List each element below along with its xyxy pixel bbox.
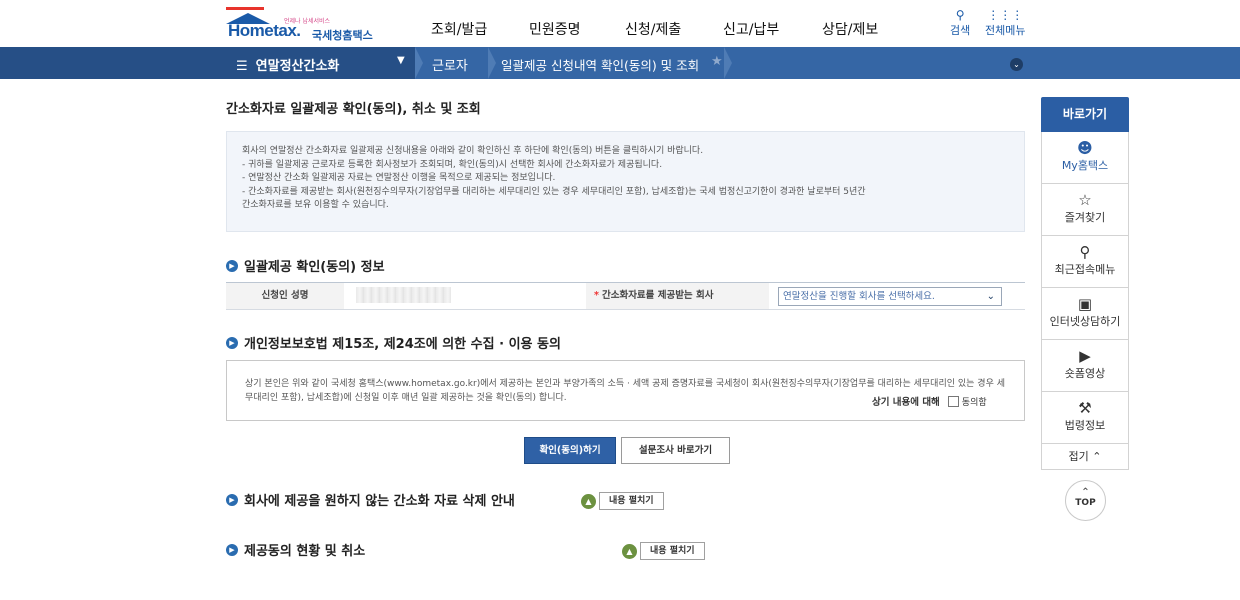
all-menu-button[interactable]: ⋮⋮⋮ 전체메뉴 xyxy=(985,8,1025,38)
breadcrumb-separator xyxy=(724,47,732,79)
agree-row: 상기 내용에 대해 동의함 xyxy=(872,394,987,408)
company-label: * 간소화자료를 제공받는 회사 xyxy=(586,283,769,309)
info-line: - 연말정산 간소화 일괄제공 자료는 연말정산 이행을 목적으로 제공되는 정… xyxy=(242,173,556,183)
location-main-menu[interactable]: ☰ 연말정산간소화 xyxy=(236,55,339,74)
star-icon: ☆ xyxy=(1078,191,1092,209)
quick-item-favorites[interactable]: ☆ 즐겨찾기 xyxy=(1041,184,1129,236)
bullet-arrow-icon: ▶ xyxy=(226,543,238,556)
chevron-down-icon: ⌄ xyxy=(986,291,995,302)
company-select[interactable]: 연말정산을 진행할 회사를 선택하세요. ⌄ xyxy=(778,287,1002,306)
search-icon: ⚲ xyxy=(955,8,965,22)
bullet-arrow-icon: ▶ xyxy=(226,336,238,349)
monitor-icon: ▣ xyxy=(1077,295,1093,313)
hometax-logo[interactable]: 언제나 납세서비스 Hometax. 국세청홈택스 xyxy=(226,7,386,43)
hamburger-icon: ☰ xyxy=(236,59,248,74)
arrow-up-icon: ⌃ xyxy=(1081,487,1090,498)
caret-down-icon[interactable]: ▼ xyxy=(397,55,405,66)
quick-item-short-video[interactable]: ▶ 숏폼영상 xyxy=(1041,340,1129,392)
quick-item-label: 인터넷상담하기 xyxy=(1049,315,1121,328)
fold-label: 접기 xyxy=(1068,450,1089,463)
info-line: 간소화자료를 보유 이용할 수 있습니다. xyxy=(242,200,389,210)
search-button[interactable]: ⚲ 검색 xyxy=(950,8,970,38)
section-title-privacy-consent: ▶ 개인정보보호법 제15조, 제24조에 의한 수집 · 이용 동의 xyxy=(226,333,561,352)
chevron-down-icon[interactable]: ⌄ xyxy=(1010,58,1023,71)
play-icon: ▶ xyxy=(1079,347,1091,365)
quick-item-recent-menu[interactable]: ⚲ 최근접속메뉴 xyxy=(1041,236,1129,288)
info-box: 회사의 연말정산 간소화자료 일괄제공 신청내용을 아래와 같이 확인하신 후 … xyxy=(226,131,1025,232)
all-menu-label: 전체메뉴 xyxy=(985,24,1026,37)
quick-item-label: 숏폼영상 xyxy=(1064,367,1106,380)
gavel-icon: ⚒ xyxy=(1078,399,1092,417)
company-select-value: 연말정산을 진행할 회사를 선택하세요. xyxy=(783,291,935,302)
logo-red-bar xyxy=(226,7,264,10)
main-nav: 조회/발급 민원증명 신청/제출 신고/납부 상담/제보 xyxy=(431,19,892,39)
required-marker: * xyxy=(594,290,599,301)
expand-toggle[interactable]: ▲ 내용 펼치기 xyxy=(622,542,705,560)
quick-item-label: 법령정보 xyxy=(1064,419,1106,432)
chevron-up-icon: ▲ xyxy=(622,543,637,559)
breadcrumb-separator xyxy=(488,47,496,79)
chevron-up-icon: ▲ xyxy=(581,493,596,509)
location-bar: ☰ 연말정산간소화 ▼ 근로자 일괄제공 신청내역 확인(동의) 및 조회 ★ ⌄ xyxy=(0,47,1240,79)
applicant-name-value-redacted xyxy=(356,287,451,303)
expand-button[interactable]: 내용 펼치기 xyxy=(640,542,705,560)
section-title-text: 일괄제공 확인(동의) 정보 xyxy=(244,260,385,275)
quick-menu-fold[interactable]: 접기 ⌃ xyxy=(1041,444,1129,470)
top-label: TOP xyxy=(1075,498,1096,508)
section-title-consent-status: ▶ 제공동의 현황 및 취소 xyxy=(226,540,365,559)
quick-item-label: 최근접속메뉴 xyxy=(1054,263,1116,276)
section-title-text: 제공동의 현황 및 취소 xyxy=(244,544,366,559)
nav-item-application[interactable]: 신청/제출 xyxy=(625,19,723,39)
top-header: 언제나 납세서비스 Hometax. 국세청홈택스 조회/발급 민원증명 신청/… xyxy=(0,0,1240,47)
consent-info-row: 신청인 성명 * 간소화자료를 제공받는 회사 연말정산을 진행할 회사를 선택하… xyxy=(226,282,1025,310)
bullet-arrow-icon: ▶ xyxy=(226,259,238,272)
expand-toggle[interactable]: ▲ 내용 펼치기 xyxy=(581,492,664,510)
breadcrumb-current[interactable]: 일괄제공 신청내역 확인(동의) 및 조회 xyxy=(501,55,699,74)
info-line: 회사의 연말정산 간소화자료 일괄제공 신청내용을 아래와 같이 확인하신 후 … xyxy=(242,146,704,156)
section-title-consent-info: ▶ 일괄제공 확인(동의) 정보 xyxy=(226,256,385,275)
survey-button[interactable]: 설문조사 바로가기 xyxy=(621,437,730,464)
quick-item-label: My홈택스 xyxy=(1061,159,1109,172)
nav-item-filing[interactable]: 신고/납부 xyxy=(723,19,822,39)
logo-brand: Hometax. xyxy=(228,21,301,40)
agree-label: 상기 내용에 대해 xyxy=(872,397,940,408)
search-label: 검색 xyxy=(950,24,971,37)
consent-text-box: 상기 본인은 위와 같이 국세청 홈택스(www.hometax.go.kr)에… xyxy=(226,360,1025,421)
section-title-text: 개인정보보호법 제15조, 제24조에 의한 수집 · 이용 동의 xyxy=(244,337,561,352)
quick-item-label: 즐겨찾기 xyxy=(1064,211,1106,224)
nav-item-certificate[interactable]: 민원증명 xyxy=(529,19,625,39)
agree-checkbox-label[interactable]: 동의함 xyxy=(962,395,987,408)
agree-checkbox[interactable] xyxy=(947,395,959,407)
nav-item-inquiry[interactable]: 조회/발급 xyxy=(431,19,529,39)
breadcrumb-separator xyxy=(415,47,423,79)
page-title: 간소화자료 일괄제공 확인(동의), 취소 및 조회 xyxy=(226,102,481,117)
quick-item-my-hometax[interactable]: ☻ My홈택스 xyxy=(1041,132,1129,184)
bullet-arrow-icon: ▶ xyxy=(226,493,238,506)
favorite-star-icon[interactable]: ★ xyxy=(711,54,723,69)
info-line: - 간소화자료를 제공받는 회사(원천징수의무자(기장업무를 대리하는 세무대리… xyxy=(242,186,866,197)
info-line: - 귀하를 일괄제공 근로자로 등록한 회사정보가 조회되며, 확인(동의)시 … xyxy=(242,159,663,170)
quick-menu: 바로가기 ☻ My홈택스 ☆ 즐겨찾기 ⚲ 최근접속메뉴 ▣ 인터넷상담하기 ▶… xyxy=(1041,97,1129,470)
quick-menu-title: 바로가기 xyxy=(1041,97,1129,132)
company-label-text: 간소화자료를 제공받는 회사 xyxy=(601,290,714,301)
section-title-text: 회사에 제공을 원하지 않는 간소화 자료 삭제 안내 xyxy=(244,494,515,509)
person-icon: ☻ xyxy=(1077,139,1093,157)
grid-menu-icon: ⋮⋮⋮ xyxy=(987,8,1024,22)
expand-button[interactable]: 내용 펼치기 xyxy=(599,492,664,510)
section-title-delete-guide: ▶ 회사에 제공을 원하지 않는 간소화 자료 삭제 안내 xyxy=(226,490,515,509)
recent-search-icon: ⚲ xyxy=(1079,243,1091,261)
chevron-up-icon: ⌃ xyxy=(1092,450,1102,463)
nav-item-consulting[interactable]: 상담/제보 xyxy=(822,19,892,39)
location-main-bg xyxy=(0,47,415,79)
logo-korean-name: 국세청홈택스 xyxy=(312,29,373,42)
location-main-label: 연말정산간소화 xyxy=(255,59,340,74)
quick-item-law-info[interactable]: ⚒ 법령정보 xyxy=(1041,392,1129,444)
breadcrumb-worker[interactable]: 근로자 xyxy=(432,55,468,74)
confirm-consent-button[interactable]: 확인(동의)하기 xyxy=(524,437,616,464)
quick-item-online-consult[interactable]: ▣ 인터넷상담하기 xyxy=(1041,288,1129,340)
scroll-top-button[interactable]: ⌃ TOP xyxy=(1065,480,1106,521)
applicant-name-label: 신청인 성명 xyxy=(226,283,344,309)
